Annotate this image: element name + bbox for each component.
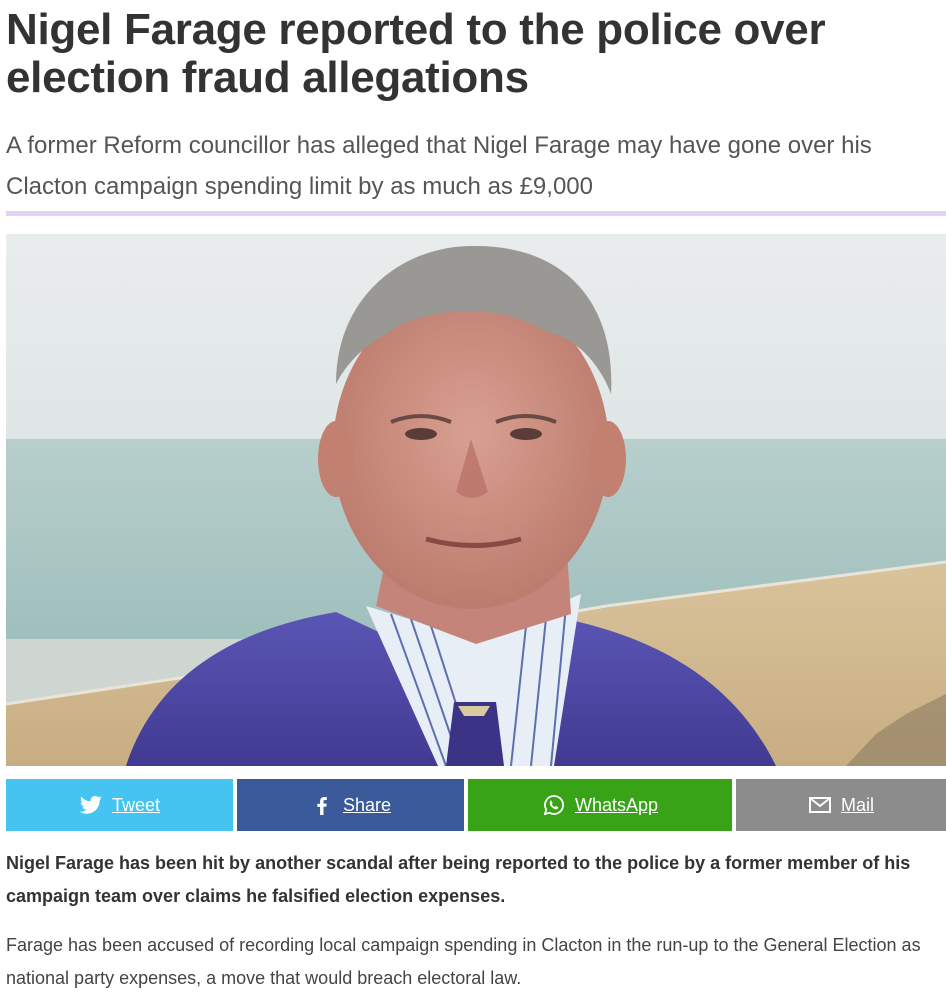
whatsapp-share-label: WhatsApp — [574, 794, 659, 815]
headline-divider — [6, 211, 946, 216]
article-headline: Nigel Farage reported to the police over… — [6, 5, 826, 102]
tweet-label: Tweet — [111, 794, 161, 815]
hero-image — [6, 234, 946, 766]
whatsapp-share-button[interactable]: WhatsApp — [468, 779, 732, 831]
article-lead-paragraph: Nigel Farage has been hit by another sca… — [6, 853, 911, 906]
twitter-bird-icon — [79, 793, 103, 817]
envelope-icon — [808, 793, 832, 817]
share-bar: Tweet Share WhatsApp Mail — [6, 779, 946, 831]
facebook-share-button[interactable]: Share — [237, 779, 464, 831]
hero-photo-illustration — [6, 234, 946, 766]
whatsapp-icon — [542, 793, 566, 817]
facebook-share-label: Share — [342, 794, 392, 815]
article-standfirst: A former Reform councillor has alleged t… — [6, 132, 872, 200]
mail-share-button[interactable]: Mail — [736, 779, 946, 831]
mail-share-label: Mail — [840, 794, 874, 815]
article-body-paragraph: Farage has been accused of recording loc… — [6, 935, 921, 988]
facebook-f-icon — [310, 793, 334, 817]
article: Nigel Farage reported to the police over… — [0, 0, 946, 992]
tweet-button[interactable]: Tweet — [6, 779, 233, 831]
